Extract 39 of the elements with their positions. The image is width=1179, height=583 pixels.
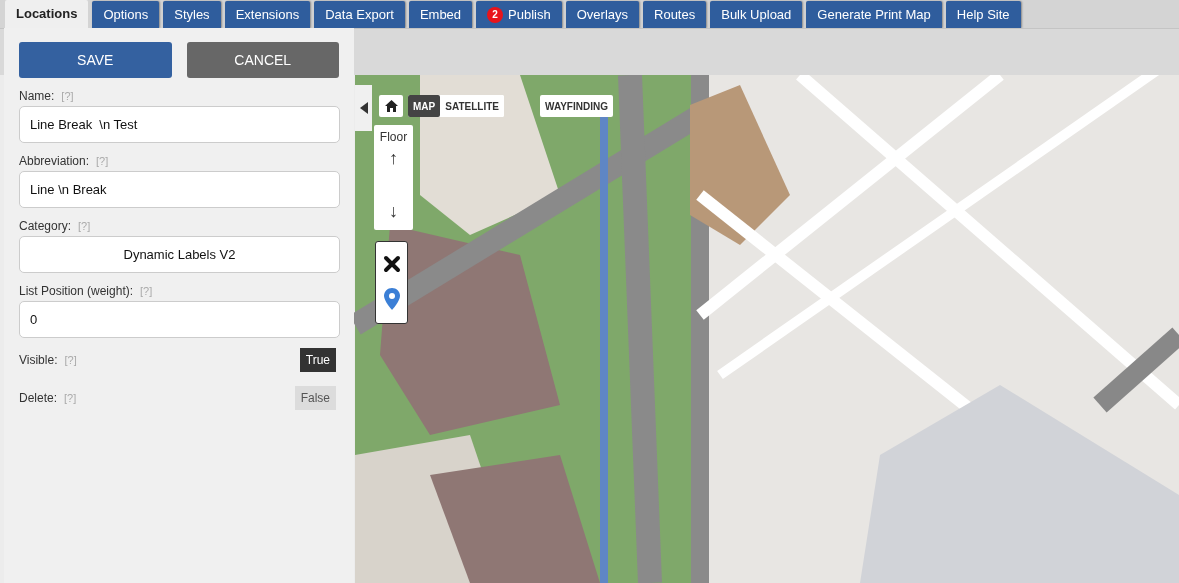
input-field[interactable]: Line Break \n Test [19,106,340,143]
field-label: Category: [19,218,72,235]
save-button[interactable]: SAVE [19,42,172,78]
collapse-panel-button[interactable] [355,85,372,131]
tab-label: Publish [508,5,551,24]
close-icon[interactable] [382,255,401,274]
field-label: Name: [19,88,55,105]
floor-label: Floor [379,129,408,146]
field-label: Abbreviation: [19,153,90,170]
floor-down-button[interactable]: ↓ [389,201,398,221]
tab[interactable]: Styles [163,1,221,28]
category-select[interactable]: Dynamic Labels V2 [19,236,340,273]
input-field[interactable]: Line \n Break [19,171,340,208]
collapse-arrow-icon [359,102,368,114]
field-label: List Position (weight): [19,283,134,300]
home-icon [384,100,398,112]
tab[interactable]: Routes [643,1,707,28]
tab[interactable]: Help Site [945,1,1021,28]
tab[interactable]: 2 Publish [476,1,562,28]
toggle-button[interactable]: False [294,386,336,410]
toggle-button[interactable]: True [299,348,336,372]
tab[interactable]: Generate Print Map [806,1,942,28]
location-pin-icon[interactable] [383,287,400,310]
input-field[interactable]: 0 [19,301,340,338]
tab[interactable]: Overlays [565,1,639,28]
cancel-button[interactable]: CANCEL [186,42,339,78]
tab[interactable]: Bulk Upload [710,1,803,28]
tab[interactable]: Extensions [224,1,311,28]
notification-badge: 2 [487,6,504,23]
floor-up-button[interactable]: ↑ [389,148,398,168]
tab[interactable]: Data Export [314,1,405,28]
wayfinding-button[interactable]: WAYFINDING [540,95,613,117]
home-button[interactable] [379,95,403,117]
field-label: Delete: [19,390,58,407]
tab[interactable]: Locations [5,0,89,28]
field-label: Visible: [19,352,58,369]
map-type-tab[interactable]: MAP [408,95,441,117]
tab[interactable]: Embed [408,1,473,28]
tab[interactable]: Options [92,1,160,28]
